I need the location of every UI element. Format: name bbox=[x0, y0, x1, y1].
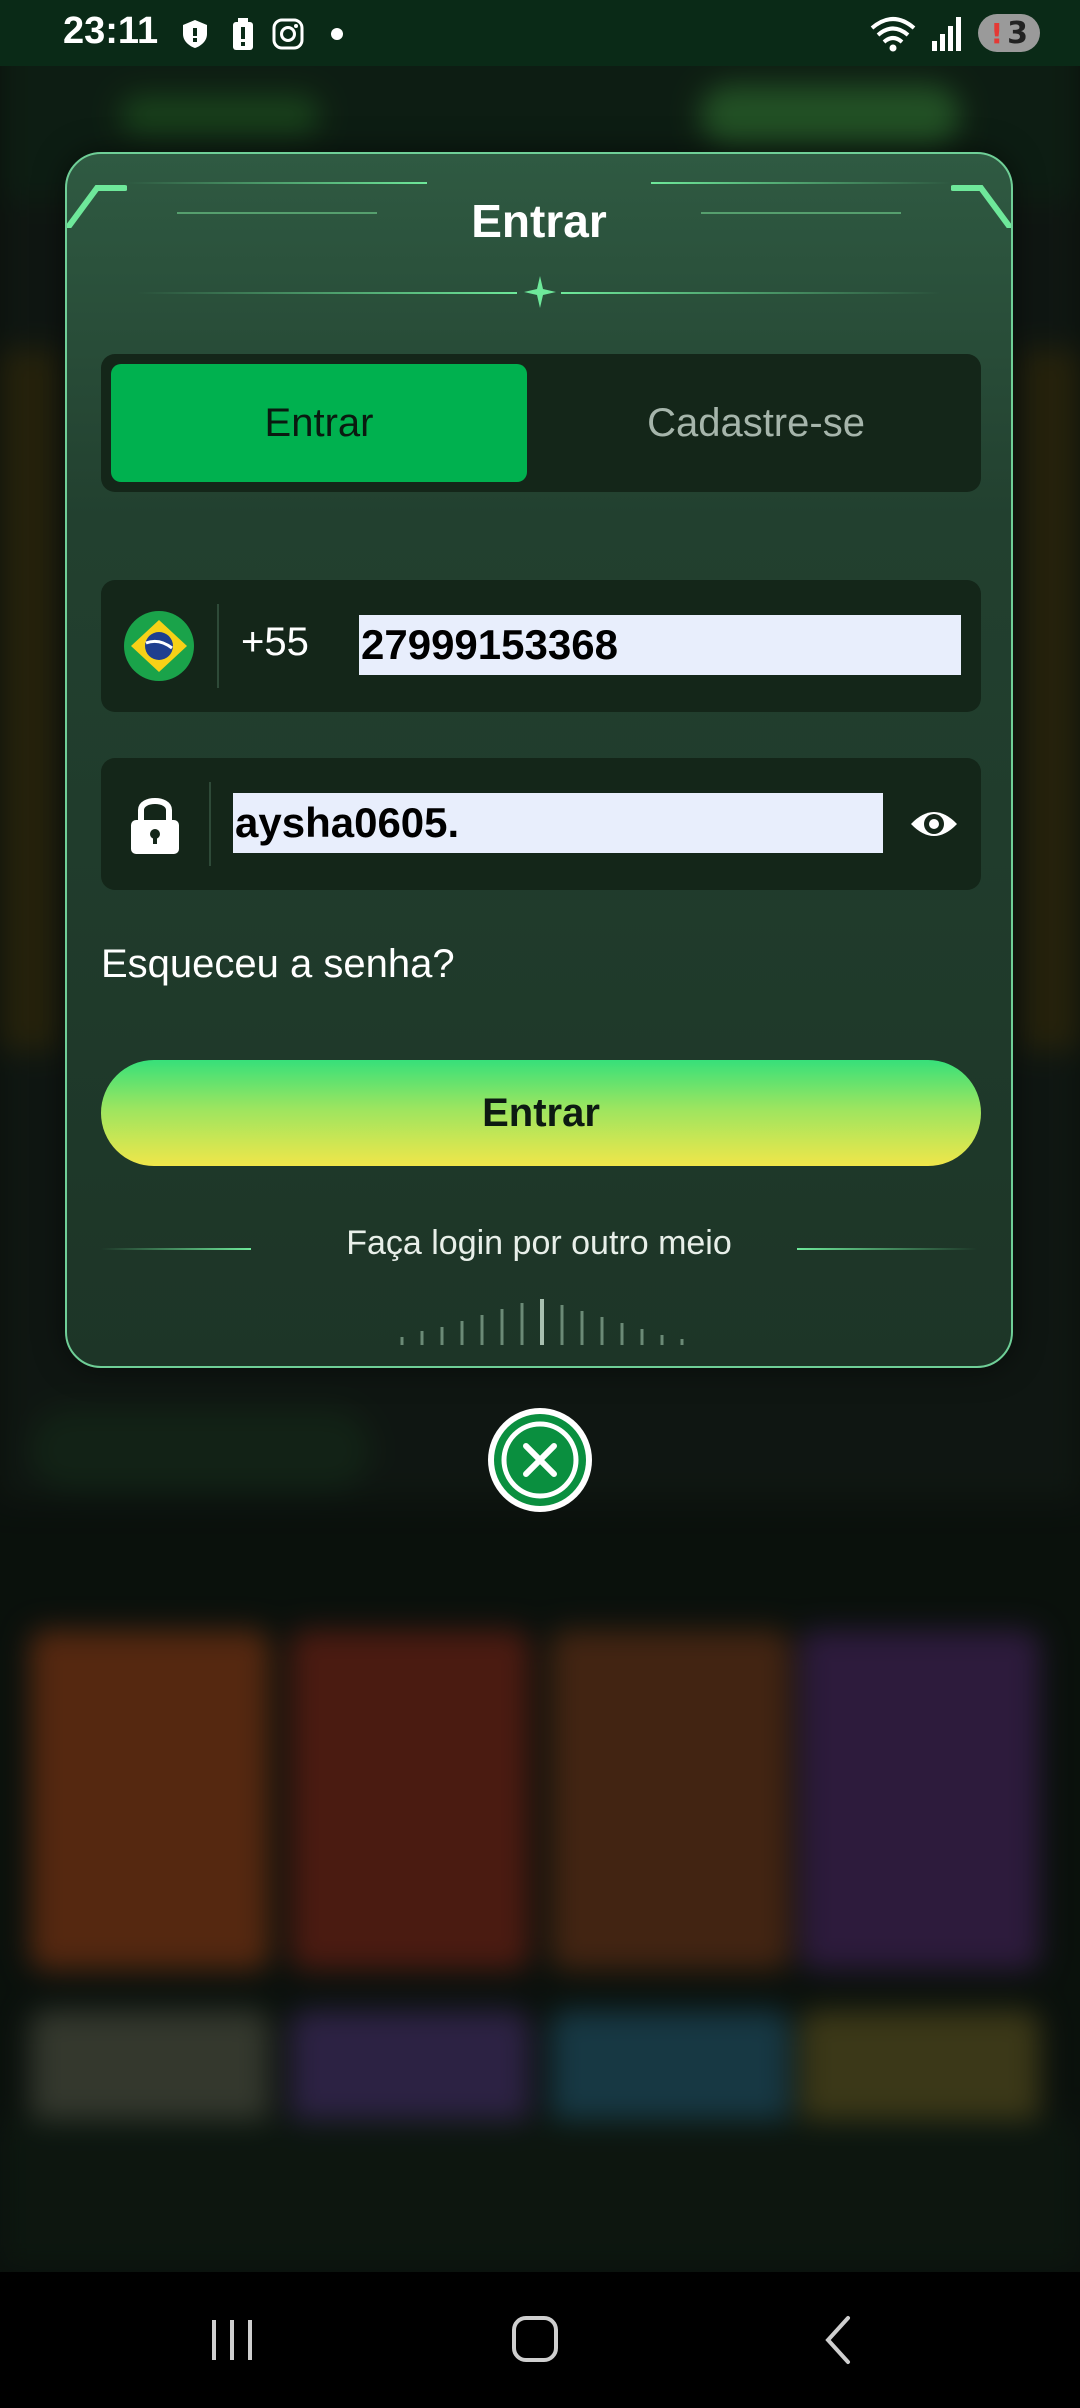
password-field: aysha0605. bbox=[101, 758, 981, 890]
status-bar: 23:11 ! 3 bbox=[0, 0, 1080, 66]
password-input[interactable]: aysha0605. bbox=[233, 793, 883, 853]
phone-field: +55 27999153368 bbox=[101, 580, 981, 712]
notification-badge: ! 3 bbox=[978, 14, 1040, 52]
instagram-icon bbox=[272, 18, 304, 50]
notification-count: 3 bbox=[1007, 15, 1028, 51]
top-line-right bbox=[651, 182, 951, 184]
bars-decoration bbox=[400, 1299, 684, 1345]
wifi-icon bbox=[871, 17, 916, 52]
forgot-password-link[interactable]: Esqueceu a senha? bbox=[101, 942, 455, 987]
auth-tabs: Entrar Cadastre-se bbox=[101, 354, 981, 492]
phone-input[interactable]: 27999153368 bbox=[359, 615, 961, 675]
alt-login-label: Faça login por outro meio bbox=[346, 1224, 732, 1262]
battery-alert-icon bbox=[233, 18, 253, 50]
login-modal: Entrar Entrar Cadastre-se +55 2799915336… bbox=[65, 152, 1013, 1368]
shield-icon bbox=[183, 20, 207, 48]
divider-left bbox=[137, 292, 517, 294]
back-icon[interactable] bbox=[810, 2314, 870, 2366]
signal-icon bbox=[932, 17, 962, 51]
eye-icon[interactable] bbox=[909, 802, 959, 846]
alt-line-right bbox=[797, 1248, 977, 1250]
dot-icon bbox=[331, 28, 343, 40]
divider-right bbox=[561, 292, 941, 294]
status-time: 23:11 bbox=[63, 10, 159, 52]
close-icon[interactable] bbox=[485, 1405, 595, 1515]
system-nav-bar bbox=[0, 2272, 1080, 2408]
top-line-left bbox=[127, 182, 427, 184]
modal-title: Entrar bbox=[471, 195, 607, 247]
lock-icon bbox=[131, 798, 179, 854]
brazil-flag-icon[interactable] bbox=[123, 610, 195, 682]
tab-entrar[interactable]: Entrar bbox=[111, 364, 527, 482]
tab-cadastre-se[interactable]: Cadastre-se bbox=[541, 364, 971, 482]
home-icon[interactable] bbox=[506, 2314, 566, 2366]
recent-apps-icon[interactable] bbox=[202, 2314, 262, 2366]
sparkle-icon bbox=[524, 276, 556, 308]
country-code[interactable]: +55 bbox=[241, 620, 309, 665]
login-submit-button[interactable]: Entrar bbox=[101, 1060, 981, 1166]
alert-icon: ! bbox=[990, 16, 1004, 50]
